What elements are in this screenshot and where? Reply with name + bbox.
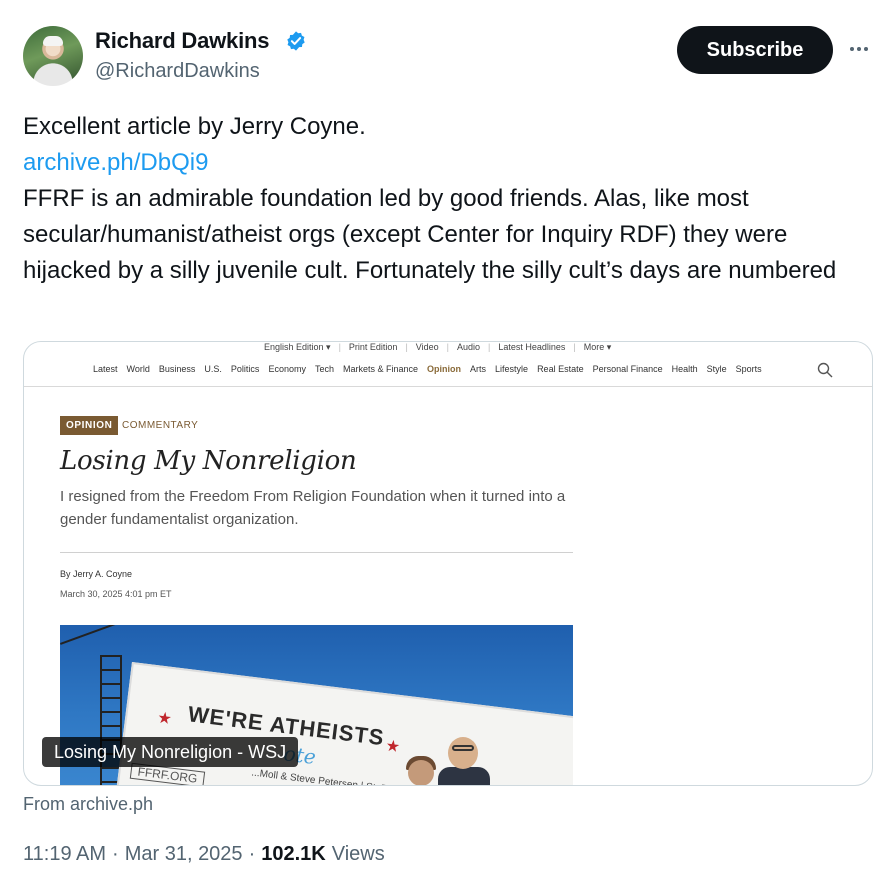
star-icon: ★ <box>156 709 173 729</box>
divider <box>24 386 872 387</box>
person-face <box>448 737 478 769</box>
wsj-top-link: Video <box>415 342 439 352</box>
star-icon: ★ <box>384 737 401 757</box>
wsj-nav-item: Business <box>158 364 196 374</box>
avatar[interactable] <box>23 26 83 86</box>
article-date: March 30, 2025 4:01 pm ET <box>60 589 172 599</box>
wsj-top-link: More ▾ <box>583 342 612 352</box>
wsj-nav-item: Real Estate <box>537 364 584 374</box>
wsj-nav-item: Personal Finance <box>592 364 663 374</box>
glasses <box>452 745 474 751</box>
tweet-line-1: Excellent article by Jerry Coyne. <box>23 113 366 140</box>
section-label: COMMENTARY <box>122 420 199 431</box>
verified-badge-icon <box>287 31 305 51</box>
wsj-top-link: Audio <box>456 342 481 352</box>
subscribe-button[interactable]: Subscribe <box>677 26 833 74</box>
tweet-meta: 11:19 AM · Mar 31, 2025 · 102.1K Views <box>23 843 385 866</box>
tweet-time[interactable]: 11:19 AM <box>23 843 106 866</box>
dot <box>857 47 861 51</box>
wsj-nav-item: Health <box>671 364 698 374</box>
tweet-link[interactable]: archive.ph/DbQi9 <box>23 145 868 181</box>
wsj-nav-item: Lifestyle <box>495 364 529 374</box>
separator: · <box>248 843 256 865</box>
tweet-body: FFRF is an admirable foundation led by g… <box>23 185 837 284</box>
handle[interactable]: @RichardDawkins <box>95 60 260 83</box>
ellipsis-icon[interactable] <box>846 36 872 62</box>
wsj-nav-item: Markets & Finance <box>342 364 419 374</box>
article-dek: I resigned from the Freedom From Religio… <box>60 488 566 528</box>
wsj-nav-item: Politics <box>230 364 260 374</box>
wsj-nav-item: Economy <box>268 364 306 374</box>
search-icon <box>817 362 833 378</box>
wsj-top-links: English Edition ▾ | Print Edition | Video |… <box>264 342 611 356</box>
article-byline: By Jerry A. Coyne <box>60 569 133 579</box>
wsj-top-link: English Edition ▾ <box>264 342 331 352</box>
billboard-subtext: ...Moll & Steve Petersen | St. Paul <box>250 767 402 786</box>
article-headline: Losing My Nonreligion <box>60 446 357 476</box>
wsj-nav-item: Latest <box>93 364 118 374</box>
display-name[interactable]: Richard Dawkins <box>95 28 269 54</box>
wsj-nav-item-active: Opinion <box>427 364 462 374</box>
wsj-top-link: Print Edition <box>348 342 398 352</box>
wsj-nav-item: Arts <box>470 364 487 374</box>
person-face <box>408 760 434 785</box>
wsj-nav-item: Tech <box>314 364 334 374</box>
wsj-nav-item: World <box>126 364 150 374</box>
separator: · <box>112 843 119 865</box>
person-shirt <box>438 767 490 785</box>
wsj-nav: Latest World Business U.S. Politics Econ… <box>93 364 762 374</box>
wsj-nav-item: Sports <box>735 364 762 374</box>
card-source[interactable]: From archive.ph <box>23 794 153 815</box>
views-count: 102.1K <box>261 843 326 865</box>
wire <box>60 625 127 645</box>
dot <box>850 47 854 51</box>
card-title-label: Losing My Nonreligion - WSJ <box>42 737 299 767</box>
opinion-badge: OPINION <box>60 416 119 435</box>
wsj-nav-item: Style <box>706 364 727 374</box>
wsj-nav-item: U.S. <box>204 364 222 374</box>
wsj-top-link: Latest Headlines <box>498 342 566 352</box>
divider <box>60 552 573 553</box>
views-label: Views <box>331 843 385 865</box>
tweet-text: Excellent article by Jerry Coyne. archiv… <box>23 109 868 289</box>
link-card[interactable]: English Edition ▾ | Print Edition | Video |… <box>23 341 873 786</box>
avatar-hair <box>43 36 63 46</box>
dot <box>864 47 868 51</box>
billboard: ★ ★ WE'RE ATHEISTS ote ...Moll & Steve P… <box>107 662 573 786</box>
tweet-date[interactable]: Mar 31, 2025 <box>125 843 243 866</box>
